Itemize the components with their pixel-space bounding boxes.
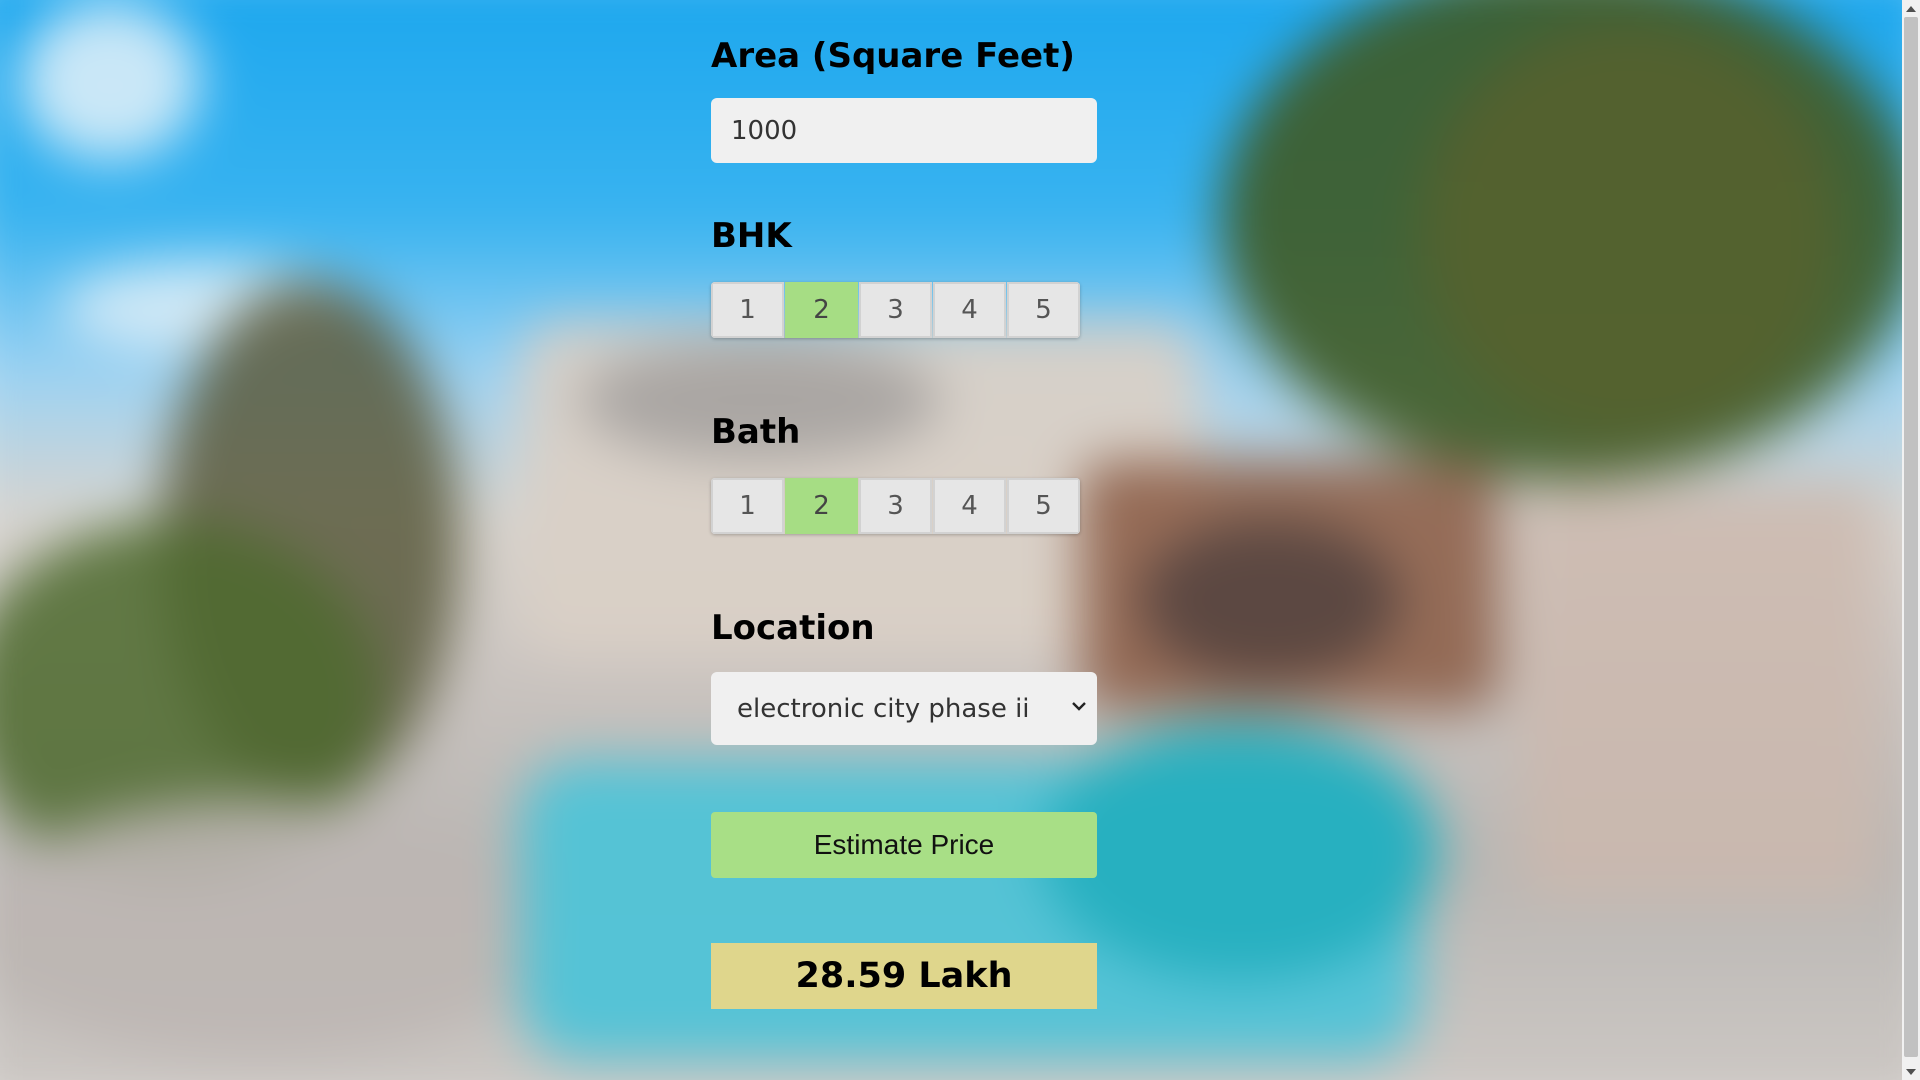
area-input[interactable]: [711, 98, 1097, 163]
scrollbar-thumb[interactable]: [1904, 17, 1918, 1057]
bhk-option-2[interactable]: 2: [785, 282, 858, 338]
location-select[interactable]: electronic city phase ii: [711, 672, 1097, 745]
bath-option-1[interactable]: 1: [711, 478, 784, 534]
bath-option-3[interactable]: 3: [859, 478, 932, 534]
area-label: Area (Square Feet): [711, 36, 1075, 76]
location-selected-value: electronic city phase ii: [737, 693, 1030, 724]
bath-option-5[interactable]: 5: [1007, 478, 1080, 534]
triangle-down-icon: [1906, 1068, 1916, 1075]
vertical-scrollbar[interactable]: [1902, 0, 1920, 1080]
scroll-up-button[interactable]: [1902, 0, 1920, 17]
bhk-option-4[interactable]: 4: [933, 282, 1006, 338]
bath-option-2[interactable]: 2: [785, 478, 858, 534]
bath-selector: 1 2 3 4 5: [711, 478, 1080, 534]
estimate-price-button[interactable]: Estimate Price: [711, 812, 1097, 878]
location-label: Location: [711, 608, 875, 648]
bhk-label: BHK: [711, 216, 792, 256]
bhk-selector: 1 2 3 4 5: [711, 282, 1080, 338]
bhk-option-5[interactable]: 5: [1007, 282, 1080, 338]
scroll-down-button[interactable]: [1902, 1063, 1920, 1080]
bath-option-4[interactable]: 4: [933, 478, 1006, 534]
chevron-down-icon: [1072, 702, 1086, 711]
bhk-option-3[interactable]: 3: [859, 282, 932, 338]
bhk-option-1[interactable]: 1: [711, 282, 784, 338]
estimated-price-result: 28.59 Lakh: [711, 943, 1097, 1009]
triangle-up-icon: [1906, 5, 1916, 12]
bath-label: Bath: [711, 412, 801, 452]
